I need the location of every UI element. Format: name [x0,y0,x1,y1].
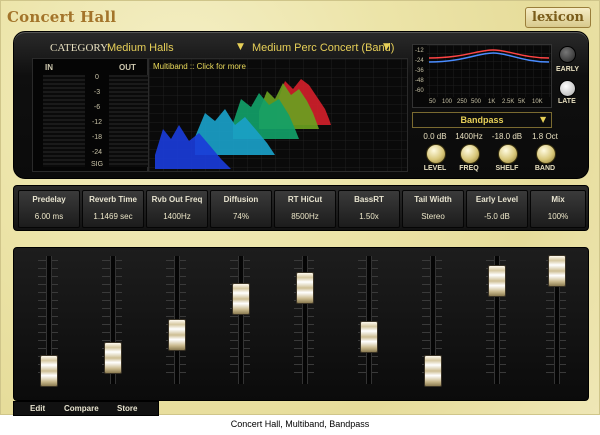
compare-button[interactable]: Compare [64,402,99,415]
param-name: Predelay [32,195,66,204]
meter-out-label: OUT [119,63,136,72]
multiband-display[interactable]: Multiband :: Click for more [148,58,408,172]
output-meter [109,75,131,167]
fader-cap-reverb-time[interactable] [104,341,122,374]
param-value: 8500Hz [291,212,319,221]
param-bassrt[interactable]: BassRT 1.50x [338,190,400,228]
meter-scale-label: -24 [91,149,103,156]
shelf-knob-label: SHELF [495,165,519,172]
param-rt-hicut[interactable]: RT HiCut 8500Hz [274,190,336,228]
meter-scale-label: -18 [91,134,103,141]
param-value: -5.0 dB [484,212,510,221]
category-dropdown[interactable]: Medium Halls [107,42,257,54]
meter-in-label: IN [45,63,53,72]
early-label: EARLY [556,66,580,73]
top-panel: CATEGORY: Medium Halls ▼ Medium Perc Con… [13,31,589,179]
plugin-title: Concert Hall [7,8,117,26]
shelf-knob-value: -18.0 dB [491,132,523,141]
param-reverb-time[interactable]: Reverb Time 1.1469 sec [82,190,144,228]
param-value: 1400Hz [163,212,191,221]
param-value: 100% [547,212,569,221]
meter-scale-label: -6 [93,104,101,111]
freq-knob-value: 1400Hz [455,132,483,141]
multiband-link[interactable]: Multiband :: Click for more [153,62,246,71]
fader-cap-rvb-out-freq[interactable] [168,319,186,352]
early-button[interactable] [559,46,576,63]
shelf-knob[interactable] [498,144,518,164]
param-value: 6.00 ms [34,212,64,221]
freq-knob-label: FREQ [459,165,479,172]
param-predelay[interactable]: Predelay 6.00 ms [18,190,80,228]
multiband-graph [149,59,407,171]
param-mix[interactable]: Mix 100% [530,190,586,228]
late-button[interactable] [559,80,576,97]
level-knob-value: 0.0 dB [423,132,447,141]
param-diffusion[interactable]: Diffusion 74% [210,190,272,228]
param-rvb-out-freq[interactable]: Rvb Out Freq 1400Hz [146,190,208,228]
category-label: CATEGORY: [50,42,111,54]
fader-cap-mix[interactable] [548,255,566,288]
fader-cap-tail-width[interactable] [424,355,442,388]
input-meter [63,75,85,167]
lexicon-logo: lexicon [525,7,591,28]
param-value: 1.1469 sec [93,212,133,221]
store-button[interactable]: Store [117,402,137,415]
eq-curve-display: -12 -24 -36 -48 -60 50 100 250 500 1K 2.… [412,44,552,108]
fader-cap-predelay[interactable] [40,355,58,388]
level-meter-panel: IN OUT 0 -3 -6 -12 -18 -24 SIG [32,58,151,172]
param-name: Mix [551,195,565,204]
meter-scale-label: -3 [93,89,101,96]
fader-panel [13,247,589,401]
param-value: 74% [232,212,249,221]
input-meter [43,75,65,167]
image-caption: Concert Hall, Multiband, Bandpass [230,419,370,429]
fader-cap-early-level[interactable] [488,265,506,298]
param-name: Reverb Time [89,195,137,204]
filter-type-dropdown[interactable]: Bandpass [412,112,552,128]
fader-cap-rt-hicut[interactable] [296,272,314,305]
freq-knob[interactable] [460,144,480,164]
param-name: Diffusion [223,195,259,204]
eq-curve-graph [427,45,551,97]
fader-track[interactable] [366,256,372,384]
fader-cap-diffusion[interactable] [232,283,250,316]
preset-dropdown-arrow-icon[interactable]: ▼ [383,42,390,52]
plugin-window: Concert Hall lexicon CATEGORY: Medium Ha… [0,0,600,416]
late-label: LATE [558,98,576,105]
fader-cap-bassrt[interactable] [360,321,378,354]
edit-button[interactable]: Edit [30,402,45,415]
param-name: Tail Width [414,195,452,204]
param-name: RT HiCut [287,195,323,204]
meter-scale-label: -12 [91,119,103,126]
band-knob-label: BAND [534,165,556,172]
param-early-level[interactable]: Early Level -5.0 dB [466,190,528,228]
preset-dropdown[interactable]: Medium Perc Concert (Band) [252,42,394,54]
param-name: Rvb Out Freq [151,195,203,204]
param-value: 1.50x [359,212,379,221]
fader-track[interactable] [238,256,244,384]
level-knob-label: LEVEL [423,165,447,172]
param-tail-width[interactable]: Tail Width Stereo [402,190,464,228]
filter-dropdown-arrow-icon[interactable]: ▼ [540,112,546,128]
bottom-toolbar: Edit Compare Store [13,401,159,416]
band-knob[interactable] [536,144,556,164]
param-name: BassRT [354,195,384,204]
category-dropdown-arrow-icon[interactable]: ▼ [237,42,244,52]
level-knob[interactable] [426,144,446,164]
meter-scale-label: SIG [90,161,104,168]
param-name: Early Level [475,195,519,204]
meter-scale-label: 0 [95,74,99,81]
parameter-panel: Predelay 6.00 ms Reverb Time 1.1469 sec … [13,185,589,231]
param-value: Stereo [421,212,445,221]
band-knob-value: 1.8 Oct [532,132,558,141]
